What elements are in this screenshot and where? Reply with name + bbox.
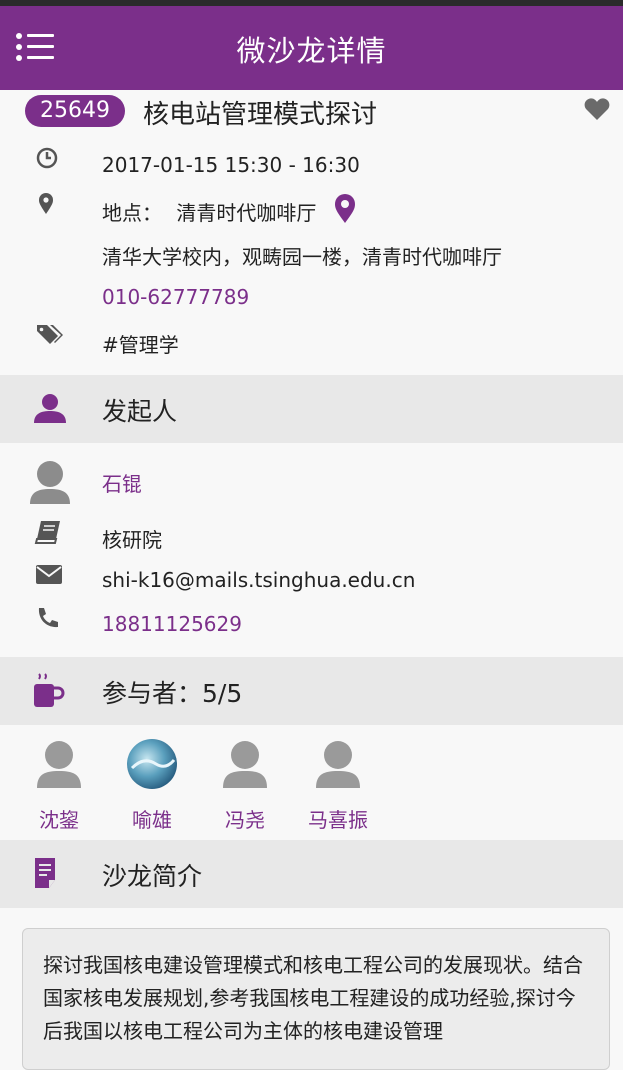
participants-section-title: 参与者：5/5 [102,679,243,708]
organizer-name[interactable]: 石锟 [102,468,142,497]
phone-icon [38,608,58,628]
location-line: 地点： 清青时代咖啡厅 [102,197,316,226]
participant-avatar [37,741,81,788]
event-id-badge: 25649 [25,95,125,127]
participant-item[interactable]: 沈鋆 [24,738,94,833]
organizer-phone-link[interactable]: 18811125629 [102,612,242,636]
intro-text: 探讨我国核电建设管理模式和核电工程公司的发展现状。结合国家核电发展规划,参考我国… [43,953,583,1043]
event-time: 2017-01-15 15:30 - 16:30 [102,153,360,177]
organizer-section-header: 发起人 [0,375,623,443]
organizer-department: 核研院 [102,528,162,552]
user-icon [34,394,66,423]
participant-photo-avatar [127,739,177,789]
location-pin-icon [39,193,53,214]
tags-icon [37,325,63,344]
participant-name: 马喜振 [308,808,368,832]
intro-section-header: 沙龙简介 [0,840,623,908]
clock-icon [36,147,58,169]
organizer-avatar [30,461,70,504]
participants-section-header: 参与者：5/5 [0,657,623,725]
location-name: 清青时代咖啡厅 [176,201,317,225]
participant-item[interactable]: 冯尧 [210,738,280,833]
organizer-section-title: 发起人 [102,397,178,426]
participant-item[interactable]: 马喜振 [303,738,373,833]
location-label: 地点： [102,201,162,225]
event-tag: #管理学 [102,333,179,357]
envelope-icon [36,565,62,584]
event-address: 清华大学校内，观畴园一楼，清青时代咖啡厅 [102,245,502,269]
participant-avatar [223,741,267,788]
intro-section-title: 沙龙简介 [102,862,203,891]
intro-box: 探讨我国核电建设管理模式和核电工程公司的发展现状。结合国家核电发展规划,参考我国… [22,928,610,1070]
event-phone-link[interactable]: 010-62777789 [102,285,249,309]
book-icon [34,521,60,544]
document-icon [35,858,55,888]
coffee-cup-icon [34,673,65,707]
participant-item[interactable]: 喻雄 [117,738,187,833]
event-title: 核电站管理模式探讨 [143,100,378,130]
page-title: 微沙龙详情 [236,34,387,68]
participant-name: 沈鋆 [39,808,79,832]
app-header: 微沙龙详情 [0,6,623,90]
heart-icon[interactable] [584,97,610,121]
participant-avatar [316,741,360,788]
organizer-email: shi-k16@mails.tsinghua.edu.cn [102,568,416,592]
participant-name: 冯尧 [225,808,265,832]
map-marker-icon[interactable] [333,194,357,224]
participant-name: 喻雄 [132,808,172,832]
